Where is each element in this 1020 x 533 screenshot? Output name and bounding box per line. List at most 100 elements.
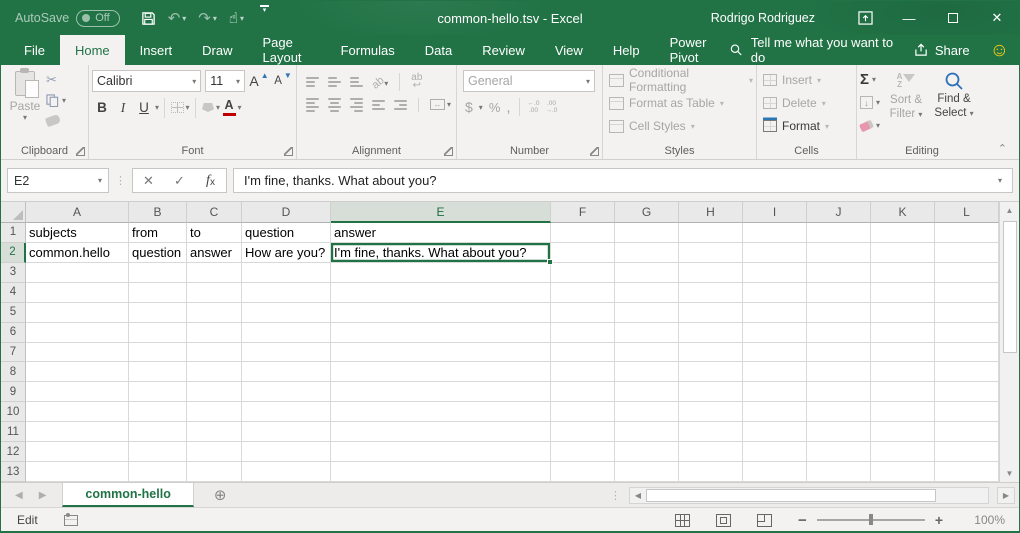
cell-H9[interactable]: [679, 382, 743, 402]
horizontal-scroll-thumb[interactable]: [646, 489, 936, 502]
tab-data[interactable]: Data: [410, 35, 467, 65]
vertical-scrollbar[interactable]: ▲ ▼: [999, 202, 1019, 482]
cell-I10[interactable]: [743, 402, 807, 422]
fill-handle[interactable]: [547, 259, 553, 265]
cell-J3[interactable]: [807, 263, 871, 283]
cell-J7[interactable]: [807, 343, 871, 363]
cell-E5[interactable]: [331, 303, 551, 323]
cell-D6[interactable]: [242, 323, 331, 343]
cell-L3[interactable]: [935, 263, 999, 283]
increase-indent-button[interactable]: [394, 100, 407, 110]
scroll-right-icon[interactable]: ▶: [997, 487, 1015, 504]
cell-B6[interactable]: [129, 323, 187, 343]
font-color-button[interactable]: A ▾: [222, 97, 242, 118]
tab-home[interactable]: Home: [60, 35, 125, 65]
cell-C11[interactable]: [187, 422, 242, 442]
tab-draw[interactable]: Draw: [187, 35, 247, 65]
cell-F1[interactable]: [551, 223, 615, 243]
paste-button[interactable]: Paste ▾: [4, 69, 46, 142]
cell-E11[interactable]: [331, 422, 551, 442]
cell-H13[interactable]: [679, 462, 743, 482]
cell-C4[interactable]: [187, 283, 242, 303]
cell-B8[interactable]: [129, 362, 187, 382]
cell-A9[interactable]: [26, 382, 129, 402]
font-family-select[interactable]: Calibri▾: [92, 70, 201, 92]
cell-D4[interactable]: [242, 283, 331, 303]
cell-D12[interactable]: [242, 442, 331, 462]
row-header-1[interactable]: 1: [1, 223, 26, 243]
cell-E12[interactable]: [331, 442, 551, 462]
cell-K4[interactable]: [871, 283, 935, 303]
horizontal-scrollbar[interactable]: ◀: [629, 487, 989, 504]
next-sheet-button[interactable]: ▶: [39, 490, 47, 501]
insert-button[interactable]: Insert▾: [760, 70, 853, 90]
column-header-J[interactable]: J: [807, 202, 871, 223]
select-all-button[interactable]: [1, 202, 26, 223]
cell-L6[interactable]: [935, 323, 999, 343]
scroll-left-icon[interactable]: ◀: [630, 491, 646, 500]
row-header-10[interactable]: 10: [1, 402, 26, 422]
collapse-ribbon-button[interactable]: ⌃: [998, 142, 1007, 155]
cell-C5[interactable]: [187, 303, 242, 323]
font-dialog-launcher[interactable]: [284, 147, 293, 156]
format-painter-button[interactable]: [46, 112, 66, 128]
cell-K12[interactable]: [871, 442, 935, 462]
cell-C3[interactable]: [187, 263, 242, 283]
cell-F7[interactable]: [551, 343, 615, 363]
cell-G6[interactable]: [615, 323, 679, 343]
tab-formulas[interactable]: Formulas: [326, 35, 410, 65]
cell-D7[interactable]: [242, 343, 331, 363]
cell-G5[interactable]: [615, 303, 679, 323]
underline-dropdown-icon[interactable]: ▾: [155, 103, 159, 112]
align-right-button[interactable]: [350, 98, 363, 112]
autosave-pill[interactable]: Off: [76, 10, 119, 27]
cell-J1[interactable]: [807, 223, 871, 243]
bottom-align-button[interactable]: [350, 77, 363, 87]
cell-F12[interactable]: [551, 442, 615, 462]
insert-function-button[interactable]: fx: [195, 169, 226, 192]
new-sheet-button[interactable]: ⊕: [194, 483, 247, 507]
cell-B3[interactable]: [129, 263, 187, 283]
touch-mouse-mode-button[interactable]: ☝▾: [224, 5, 249, 31]
borders-button[interactable]: ▾: [170, 97, 190, 118]
decrease-indent-button[interactable]: [372, 100, 385, 110]
cell-E10[interactable]: [331, 402, 551, 422]
cell-F8[interactable]: [551, 362, 615, 382]
cell-G2[interactable]: [615, 243, 679, 263]
cell-D1[interactable]: question: [242, 223, 331, 243]
cell-I12[interactable]: [743, 442, 807, 462]
cell-J9[interactable]: [807, 382, 871, 402]
cell-K5[interactable]: [871, 303, 935, 323]
cell-G9[interactable]: [615, 382, 679, 402]
cell-B2[interactable]: question: [129, 243, 187, 263]
wrap-text-button[interactable]: ab↩: [411, 74, 422, 90]
cell-A10[interactable]: [26, 402, 129, 422]
cell-G7[interactable]: [615, 343, 679, 363]
merge-center-button[interactable]: ↔▾: [430, 99, 451, 110]
cell-J5[interactable]: [807, 303, 871, 323]
cell-L5[interactable]: [935, 303, 999, 323]
top-align-button[interactable]: [306, 77, 319, 87]
cell-I8[interactable]: [743, 362, 807, 382]
italic-button[interactable]: I: [113, 97, 133, 118]
zoom-in-button[interactable]: +: [935, 512, 943, 528]
cell-B10[interactable]: [129, 402, 187, 422]
cell-F2[interactable]: [551, 243, 615, 263]
signed-in-user[interactable]: Rodrigo Rodriguez: [711, 11, 815, 25]
cell-A8[interactable]: [26, 362, 129, 382]
row-header-13[interactable]: 13: [1, 462, 26, 482]
copy-dropdown-icon[interactable]: ▾: [62, 96, 66, 105]
row-header-12[interactable]: 12: [1, 442, 26, 462]
cell-H11[interactable]: [679, 422, 743, 442]
clear-button[interactable]: ▾: [860, 116, 880, 135]
feedback-smiley-button[interactable]: ☺: [990, 41, 1009, 60]
cell-F10[interactable]: [551, 402, 615, 422]
row-header-2[interactable]: 2: [1, 243, 26, 263]
row-header-8[interactable]: 8: [1, 362, 26, 382]
number-format-select[interactable]: General▾: [463, 70, 595, 92]
cell-A12[interactable]: [26, 442, 129, 462]
cell-I13[interactable]: [743, 462, 807, 482]
column-header-D[interactable]: D: [242, 202, 331, 223]
decrease-font-button[interactable]: A▼: [273, 70, 293, 91]
undo-dropdown-icon[interactable]: ▾: [182, 14, 186, 23]
